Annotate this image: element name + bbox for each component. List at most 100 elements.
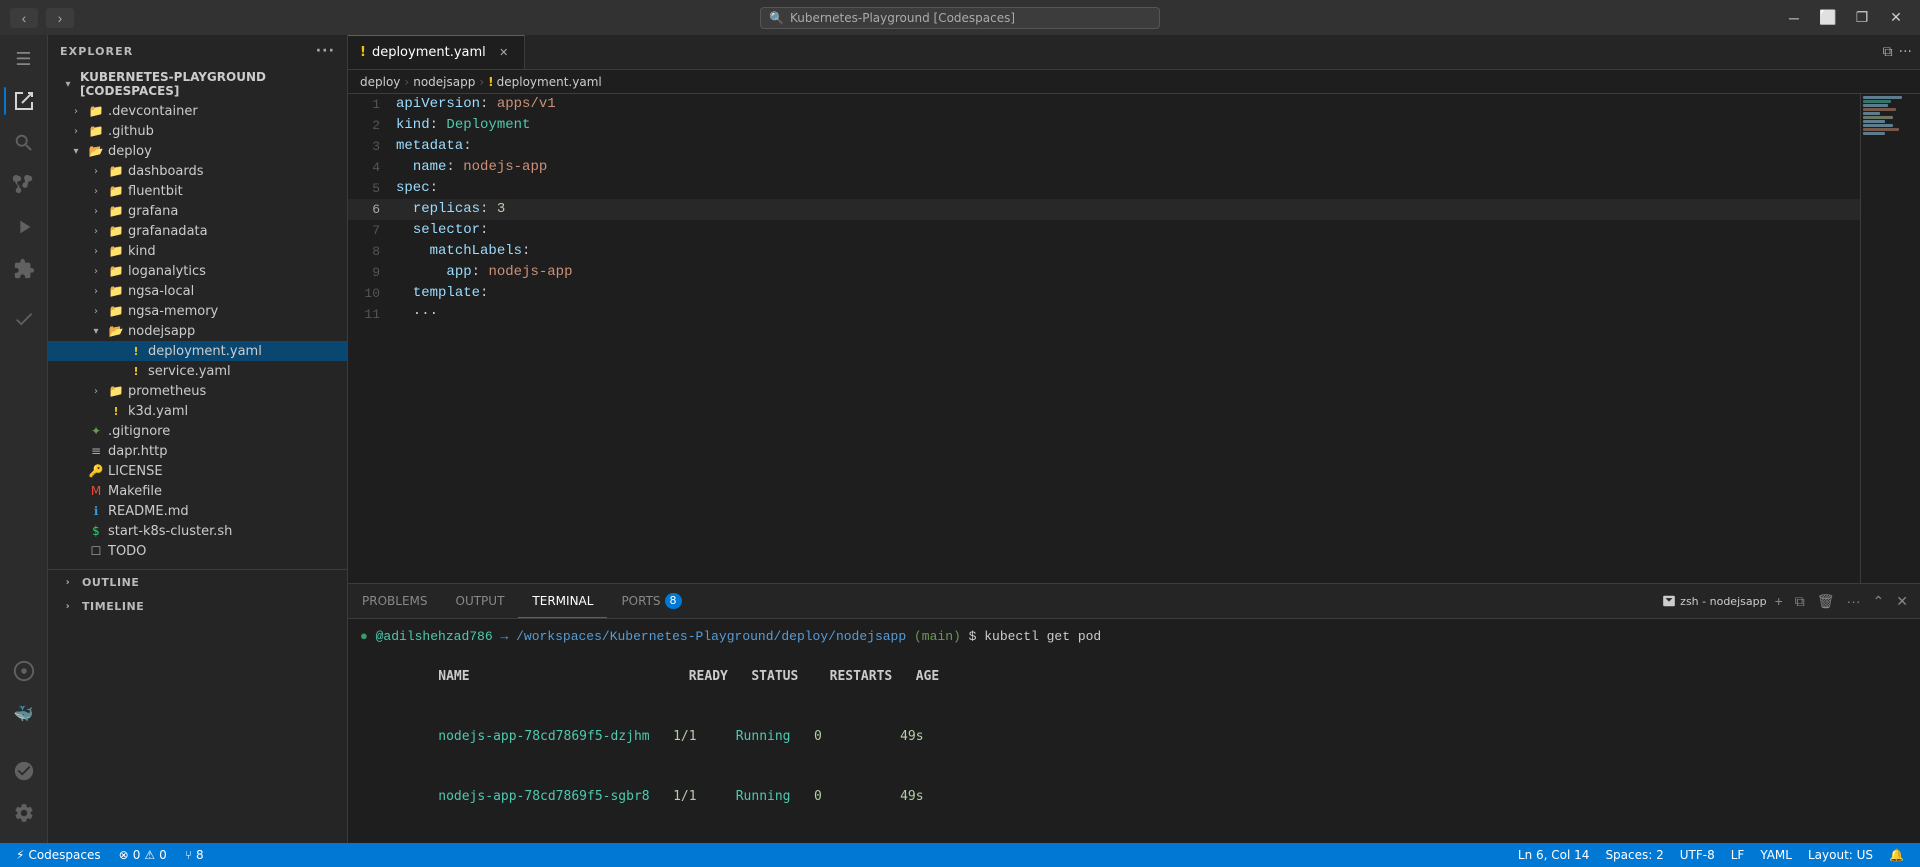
service-yaml-label: service.yaml — [148, 364, 231, 379]
window-maximize-button[interactable]: ⬜ — [1814, 8, 1842, 28]
close-panel-button[interactable]: ✕ — [1892, 591, 1912, 612]
ln-col-status-item[interactable]: Ln 6, Col 14 — [1510, 848, 1598, 862]
layout-status-item[interactable]: Layout: US — [1800, 848, 1881, 862]
tab-deployment-yaml[interactable]: ! deployment.yaml ✕ — [348, 35, 525, 69]
panel-tab-terminal[interactable]: TERMINAL — [518, 584, 607, 618]
spaces-label: Spaces: 2 — [1605, 848, 1663, 862]
tree-item-github[interactable]: 📁 .github — [48, 121, 347, 141]
explorer-activity-icon[interactable] — [4, 81, 44, 121]
breadcrumb-file[interactable]: !deployment.yaml — [488, 75, 602, 89]
devcontainer-label: .devcontainer — [108, 104, 198, 119]
docker-activity-icon[interactable]: 🐳 — [4, 693, 44, 733]
outline-section[interactable]: OUTLINE — [48, 570, 347, 594]
errors-status-item[interactable]: ⊗ 0 ⚠ 0 — [111, 848, 175, 862]
extensions-activity-icon[interactable] — [4, 249, 44, 289]
yaml-file-icon: ! — [128, 343, 144, 359]
outline-chevron — [60, 574, 76, 590]
settings-activity-icon[interactable] — [4, 793, 44, 833]
split-editor-icon[interactable]: ⧉ — [1883, 44, 1893, 60]
github-chevron — [68, 123, 84, 139]
tree-item-makefile[interactable]: M Makefile — [48, 481, 347, 501]
delete-terminal-button[interactable]: 🗑 — [1813, 591, 1839, 612]
activity-bar: ☰ 🐳 — [0, 35, 48, 843]
tree-item-grafana[interactable]: 📁 grafana — [48, 201, 347, 221]
search-activity-icon[interactable] — [4, 123, 44, 163]
tree-item-deployment-yaml[interactable]: ! deployment.yaml — [48, 341, 347, 361]
tree-item-devcontainer[interactable]: 📁 .devcontainer — [48, 101, 347, 121]
more-tab-actions-icon[interactable]: ··· — [1899, 44, 1912, 60]
workspace-label: KUBERNETES-PLAYGROUND [CODESPACES] — [80, 70, 335, 98]
remote-activity-icon[interactable] — [4, 651, 44, 691]
tree-item-readme[interactable]: ℹ README.md — [48, 501, 347, 521]
breadcrumb-sep1: › — [404, 75, 409, 89]
tree-item-grafanadata[interactable]: 📁 grafanadata — [48, 221, 347, 241]
window-restore-button[interactable]: ❐ — [1848, 8, 1876, 28]
tree-item-start-sh[interactable]: $ start-k8s-cluster.sh — [48, 521, 347, 541]
search-bar[interactable]: 🔍 Kubernetes-Playground [Codespaces] — [760, 7, 1160, 29]
more-actions-icon[interactable]: ··· — [316, 43, 335, 59]
tree-item-service-yaml[interactable]: ! service.yaml — [48, 361, 347, 381]
tree-item-todo[interactable]: ☐ TODO — [48, 541, 347, 561]
run-activity-icon[interactable] — [4, 207, 44, 247]
notifications-status-item[interactable]: 🔔 — [1881, 848, 1912, 862]
check-activity-icon[interactable] — [4, 299, 44, 339]
panel-tabs: PROBLEMS OUTPUT TERMINAL PORTS 8 zsh - n… — [348, 584, 1920, 619]
terminal[interactable]: ● @adilshehzad786 → /workspaces/Kubernet… — [348, 619, 1920, 843]
menu-activity-icon[interactable]: ☰ — [4, 39, 44, 79]
tree-item-k3d-yaml[interactable]: ! k3d.yaml — [48, 401, 347, 421]
todo-icon: ☐ — [88, 543, 104, 559]
code-editor[interactable]: 1 apiVersion: apps/v1 2 kind: Deployment… — [348, 94, 1860, 583]
tree-item-gitignore[interactable]: ✦ .gitignore — [48, 421, 347, 441]
ngsa-memory-label: ngsa-memory — [128, 304, 218, 319]
ngsa-local-chevron — [88, 283, 104, 299]
activity-bar-bottom: 🐳 — [4, 651, 44, 843]
breadcrumb-nodejsapp[interactable]: nodejsapp — [413, 75, 475, 89]
license-label: LICENSE — [108, 464, 163, 479]
prometheus-chevron — [88, 383, 104, 399]
yaml-file-icon: ! — [108, 403, 124, 419]
yaml-file-icon: ! — [128, 363, 144, 379]
codespaces-status-item[interactable]: ⚡ Codespaces — [8, 848, 109, 862]
ngsa-local-label: ngsa-local — [128, 284, 194, 299]
encoding-status-item[interactable]: UTF-8 — [1672, 848, 1723, 862]
split-terminal-button[interactable]: ⧉ — [1791, 591, 1809, 612]
minimap — [1860, 94, 1920, 583]
window-close-button[interactable]: ✕ — [1882, 8, 1910, 28]
remote-status-item[interactable]: ⑂ 8 — [177, 848, 212, 862]
tree-item-dashboards[interactable]: 📁 dashboards — [48, 161, 347, 181]
tree-item-prometheus[interactable]: 📁 prometheus — [48, 381, 347, 401]
panel-tab-output[interactable]: OUTPUT — [442, 584, 519, 618]
add-terminal-button[interactable]: + — [1771, 591, 1787, 611]
tree-item-nodejsapp[interactable]: 📂 nodejsapp — [48, 321, 347, 341]
breadcrumb-deploy[interactable]: deploy — [360, 75, 400, 89]
code-line-8: 8 matchLabels: — [348, 241, 1860, 262]
tree-item-kind[interactable]: 📁 kind — [48, 241, 347, 261]
window-minimize-button[interactable]: ─ — [1780, 8, 1808, 28]
spaces-status-item[interactable]: Spaces: 2 — [1597, 848, 1671, 862]
tree-item-ngsa-memory[interactable]: 📁 ngsa-memory — [48, 301, 347, 321]
tree-item-dapr-http[interactable]: ≡ dapr.http — [48, 441, 347, 461]
workspace-root[interactable]: KUBERNETES-PLAYGROUND [CODESPACES] — [48, 67, 347, 101]
tree-item-loganalytics[interactable]: 📁 loganalytics — [48, 261, 347, 281]
folder-open-icon: 📂 — [88, 143, 104, 159]
account-activity-icon[interactable] — [4, 751, 44, 791]
eol-status-item[interactable]: LF — [1723, 848, 1753, 862]
tab-close-button[interactable]: ✕ — [496, 45, 512, 61]
terminal-header-line: NAME READY STATUS RESTARTS AGE — [360, 647, 1908, 707]
source-control-activity-icon[interactable] — [4, 165, 44, 205]
panel-tab-ports[interactable]: PORTS 8 — [607, 584, 695, 618]
tree-item-fluentbit[interactable]: 📁 fluentbit — [48, 181, 347, 201]
forward-button[interactable]: › — [46, 8, 74, 28]
remote-icon: ⑂ — [185, 848, 192, 862]
back-button[interactable]: ‹ — [10, 8, 38, 28]
timeline-section[interactable]: TIMELINE — [48, 594, 347, 618]
tree-item-ngsa-local[interactable]: 📁 ngsa-local — [48, 281, 347, 301]
tree-item-license[interactable]: 🔑 LICENSE — [48, 461, 347, 481]
maximize-panel-button[interactable]: ⌃ — [1869, 591, 1889, 612]
folder-icon: 📁 — [108, 163, 124, 179]
panel-tab-problems[interactable]: PROBLEMS — [348, 584, 442, 618]
lang-status-item[interactable]: YAML — [1752, 848, 1800, 862]
more-panel-actions-button[interactable]: ··· — [1843, 591, 1865, 611]
tab-actions: ⧉ ··· — [1883, 35, 1920, 69]
tree-item-deploy[interactable]: 📂 deploy — [48, 141, 347, 161]
